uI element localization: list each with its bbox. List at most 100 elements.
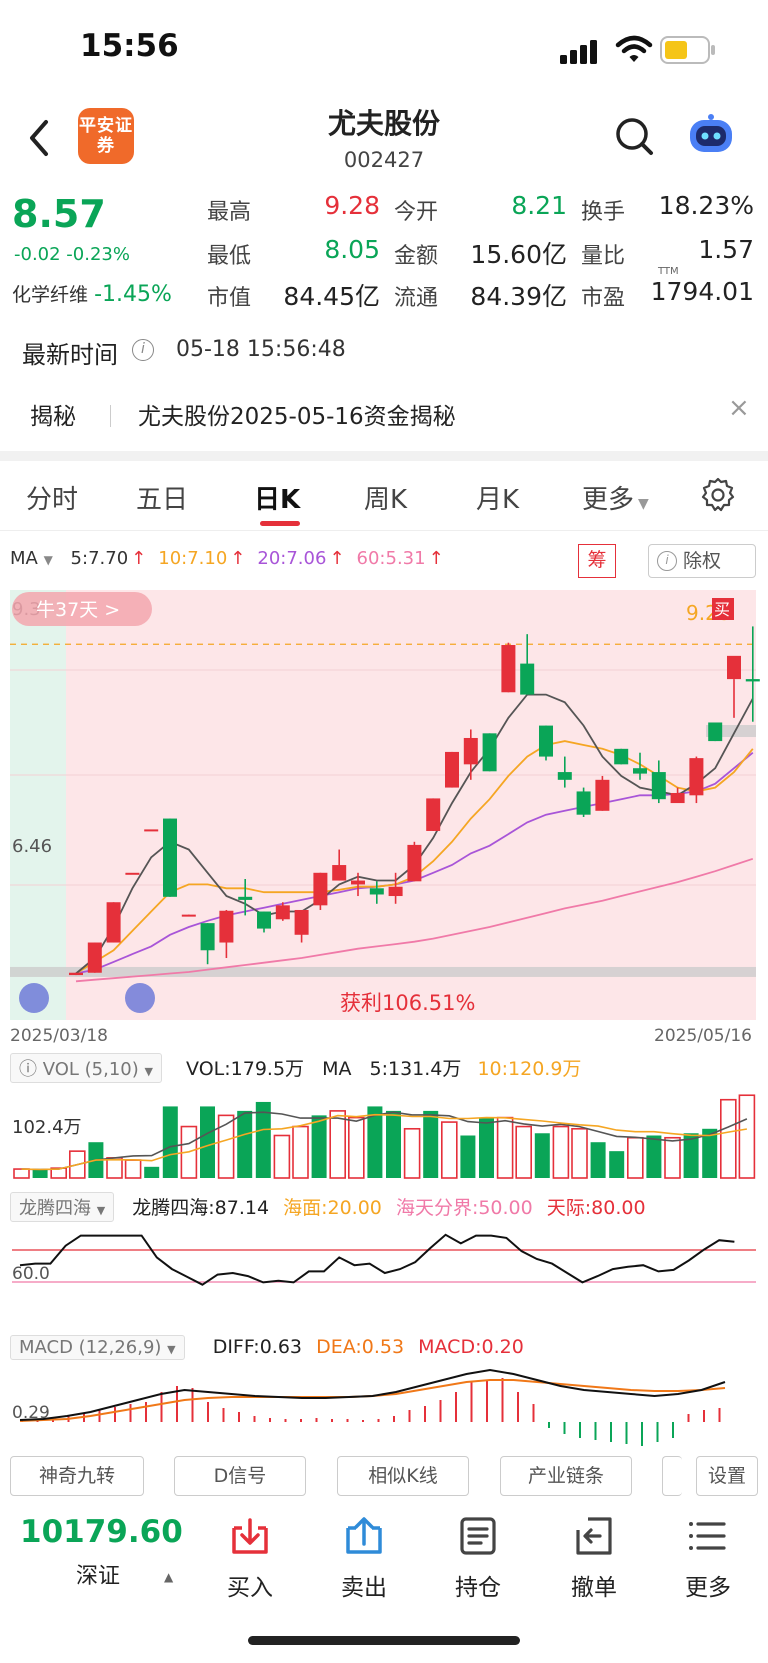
info-icon[interactable]: i: [132, 339, 154, 361]
candle-body: [351, 880, 365, 885]
candle-body: [520, 663, 535, 695]
quote-value: 1.57: [698, 235, 754, 264]
chips-button[interactable]: 筹: [578, 544, 616, 578]
ex-rights-button[interactable]: i 除权: [648, 544, 756, 578]
candle-body: [106, 902, 121, 943]
tab-five-day[interactable]: 五日: [136, 479, 188, 516]
index-name[interactable]: 深证: [76, 1558, 120, 1590]
volume-bar: [292, 1125, 309, 1179]
tab-more[interactable]: 更多 ▼: [582, 479, 649, 516]
buy-marker: 买: [714, 600, 730, 619]
reveal-label: 揭秘: [30, 404, 76, 430]
fast-forward-icon: [19, 983, 49, 1013]
gear-icon[interactable]: [700, 477, 736, 513]
vol-selector[interactable]: ⓘ VOL (5,10) ▼: [10, 1053, 162, 1083]
tab-intraday[interactable]: 分时: [26, 479, 78, 516]
tab-monthly-k[interactable]: 月K: [476, 479, 519, 516]
stock-header: 平安证券 尤夫股份 002427: [0, 96, 768, 180]
ma-item: 5:7.70: [70, 548, 129, 569]
chip-magic-nine[interactable]: 神奇九转: [10, 1456, 144, 1496]
candle-body: [727, 655, 741, 680]
chip-d-signal[interactable]: D信号: [174, 1456, 306, 1496]
chevron-down-icon: ▼: [638, 496, 649, 512]
dragon-axis-label: 60.0: [12, 1264, 50, 1284]
candle-body: [633, 768, 647, 774]
volume-bar: [534, 1133, 550, 1178]
position-button[interactable]: 持仓: [428, 1514, 528, 1602]
ttm-label: TTM: [658, 266, 679, 277]
fund-reveal-banner[interactable]: 揭秘 尤夫股份2025-05-16资金揭秘 ×: [0, 383, 768, 451]
chevron-down-icon[interactable]: ▼: [44, 553, 53, 567]
macd-selector[interactable]: MACD (12,26,9) ▼: [10, 1335, 185, 1360]
volume-bar: [144, 1166, 160, 1178]
chip-similar-k[interactable]: 相似K线: [337, 1456, 469, 1496]
macd-value: MACD:0.20: [418, 1336, 524, 1358]
quote-value: 1794.01: [650, 277, 754, 306]
vol-selector-label: VOL (5,10): [42, 1059, 139, 1080]
latest-time-row: 最新时间 i 05-18 15:56:48: [0, 325, 768, 373]
quote-value: 84.39亿: [470, 282, 567, 311]
battery-icon: [660, 36, 715, 64]
vol-ma10: 10:120.9万: [477, 1058, 582, 1080]
sell-button[interactable]: 卖出: [314, 1514, 414, 1602]
volume-bar: [329, 1110, 347, 1179]
volume-bar: [106, 1157, 123, 1179]
tab-daily-k[interactable]: 日K: [254, 479, 300, 516]
candle-body: [576, 791, 591, 815]
sell-label: 卖出: [341, 1575, 387, 1601]
candle-body: [163, 818, 177, 897]
volume-bar: [738, 1094, 756, 1179]
volume-chart[interactable]: 102.4万: [0, 1083, 768, 1183]
candle-body: [557, 772, 572, 780]
date-start: 2025/03/18: [10, 1026, 108, 1046]
candle-body: [313, 872, 328, 906]
diff-line: [19, 1368, 726, 1421]
dragon-selector[interactable]: 龙腾四海 ▼: [10, 1192, 115, 1222]
dragon-indicator-chart[interactable]: 60.0: [0, 1222, 768, 1322]
tab-weekly-k[interactable]: 周K: [364, 479, 407, 516]
chip-partial[interactable]: [662, 1456, 682, 1496]
candle-body: [426, 798, 441, 831]
quote-key: 量比: [581, 244, 626, 269]
chip-industry-chain[interactable]: 产业链条: [500, 1456, 632, 1496]
chevron-down-icon: ▼: [96, 1204, 106, 1217]
candlestick-chart[interactable]: 9.36.46牛37天 >9.28买获利106.51%: [0, 585, 768, 1025]
vol-ma5: 5:131.4万: [369, 1058, 462, 1080]
volume-bar: [124, 1159, 142, 1179]
volume-bar: [162, 1106, 178, 1178]
price-change: -0.02 -0.23%: [14, 244, 130, 265]
vol-ma-label: MA: [322, 1058, 352, 1080]
robot-assistant-icon[interactable]: [686, 112, 736, 156]
search-icon[interactable]: [612, 114, 656, 158]
close-icon[interactable]: ×: [728, 393, 750, 423]
dragon-sky: 天际:80.00: [546, 1197, 646, 1219]
chip-settings[interactable]: 设置: [696, 1456, 758, 1496]
more-button[interactable]: 更多: [658, 1514, 758, 1602]
expand-icon: [125, 983, 155, 1013]
volume-bar: [626, 1136, 644, 1179]
cancel-order-button[interactable]: 撤单: [544, 1514, 644, 1602]
tab-more-label: 更多: [582, 485, 635, 515]
volume-bar: [403, 1127, 421, 1179]
ma-item: 10:7.10: [158, 548, 228, 569]
dragon-value: 龙腾四海:87.14: [132, 1197, 270, 1219]
macd-chart[interactable]: 0.29: [0, 1364, 768, 1454]
ma-item: 20:7.06: [257, 548, 327, 569]
industry-change[interactable]: 化学纤维 -1.45%: [12, 280, 172, 307]
streak-text: 牛37天 >: [36, 599, 120, 621]
candle-body: [482, 733, 497, 772]
pre-rally-region: [10, 590, 66, 1020]
reveal-text[interactable]: 尤夫股份2025-05-16资金揭秘: [138, 397, 456, 431]
quote-value: 18.23%: [658, 191, 754, 220]
volume-bar: [347, 1116, 365, 1179]
candle-body: [388, 886, 403, 897]
index-value[interactable]: 10179.60: [20, 1514, 183, 1550]
buy-button[interactable]: 买入: [200, 1514, 300, 1602]
candle-body: [369, 888, 384, 895]
volume-bar: [609, 1151, 625, 1178]
vol-ma10-line: [21, 1113, 748, 1171]
caret-up-icon[interactable]: ▲: [164, 1570, 173, 1584]
candle-body: [595, 779, 610, 811]
volume-bar: [719, 1098, 737, 1179]
position-label: 持仓: [455, 1575, 501, 1601]
